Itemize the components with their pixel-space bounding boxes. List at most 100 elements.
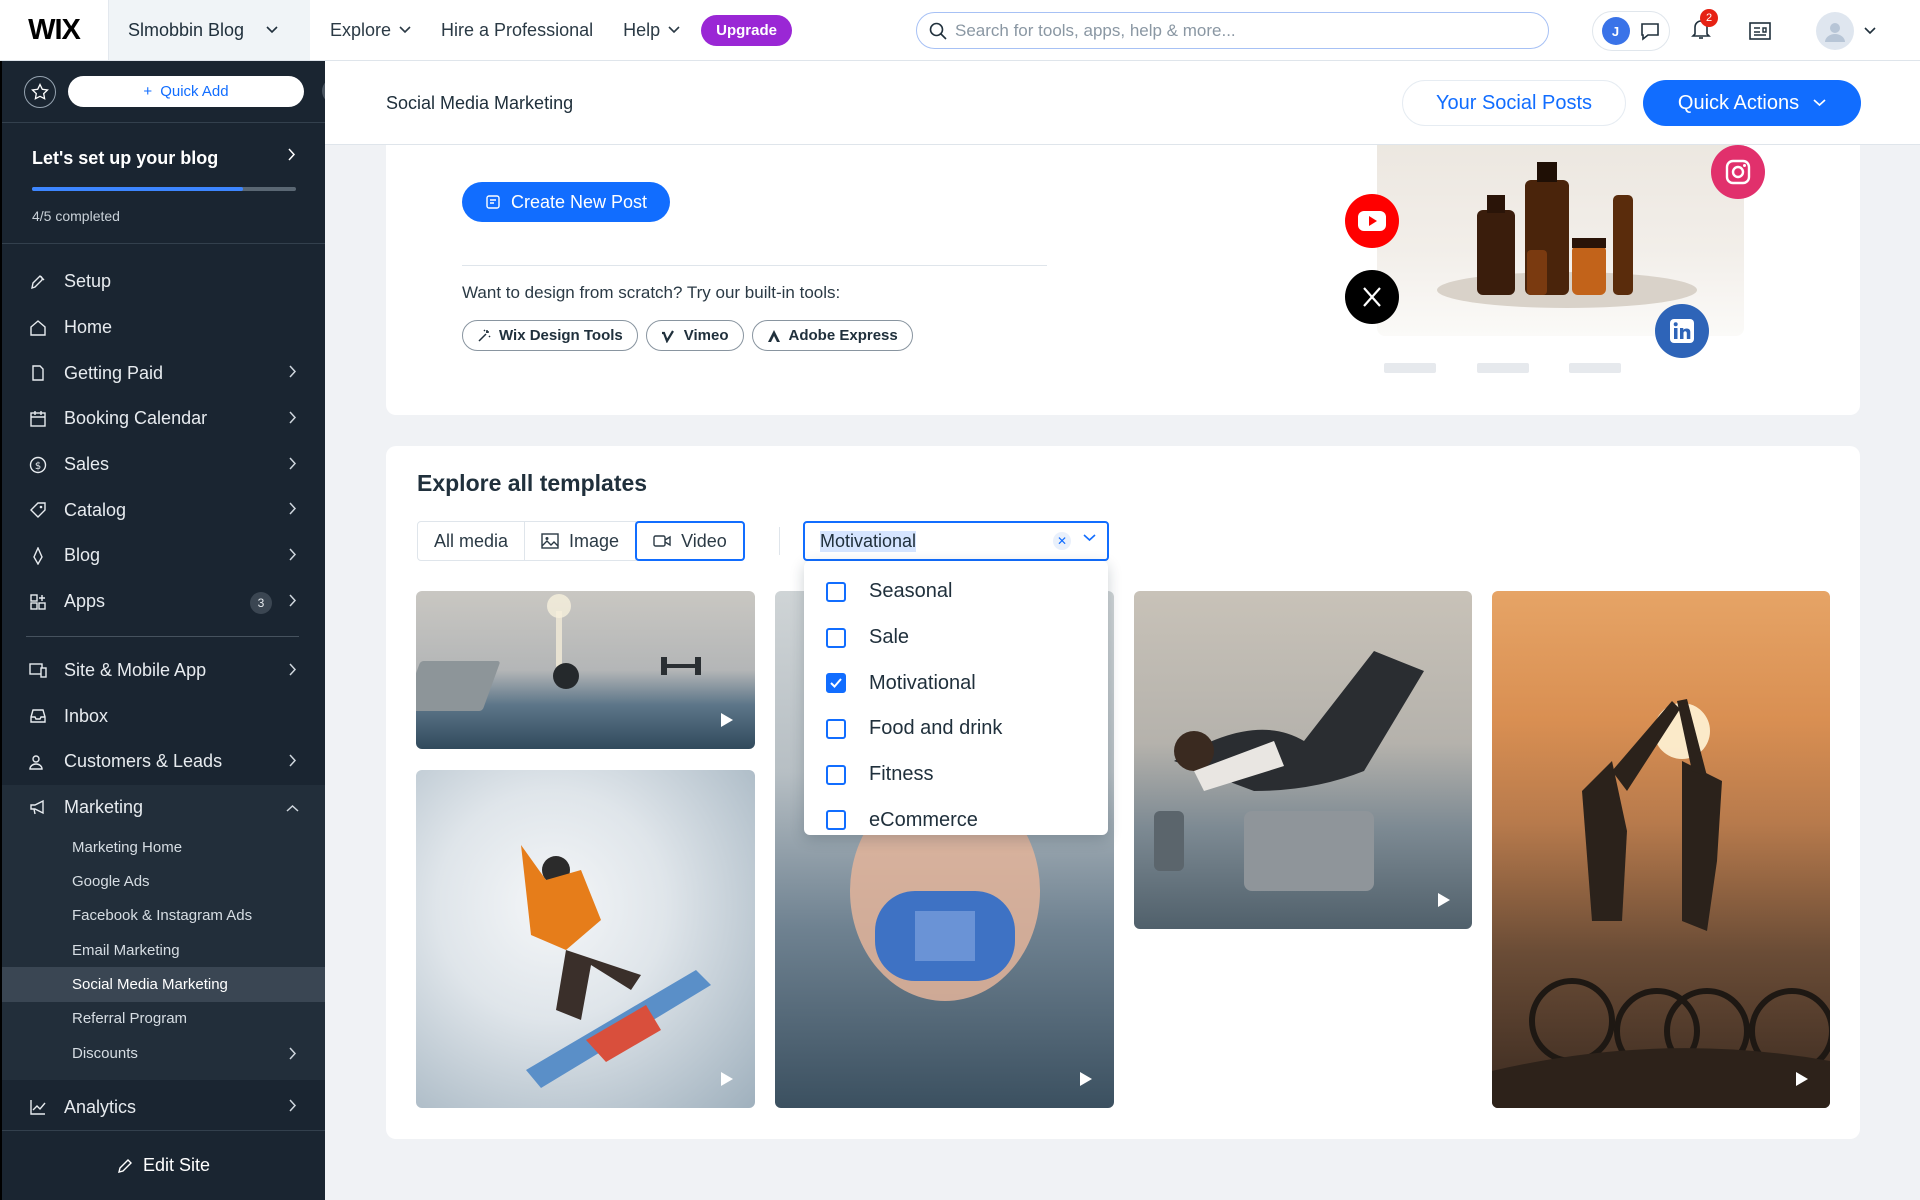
user-avatar[interactable] [1816,12,1854,50]
sidebar-item-label: Analytics [64,1096,137,1117]
devices-icon [27,659,49,681]
chart-line-icon [27,1096,49,1118]
category-option-seasonal[interactable]: Seasonal [804,569,1108,615]
magic-wand-icon [478,328,491,342]
clear-icon[interactable]: ✕ [1053,532,1071,550]
carousel-indicator[interactable] [1569,363,1621,373]
sidebar-item-booking-calendar[interactable]: Booking Calendar [2,396,325,442]
create-post-card: Create New Post Want to design from scra… [386,140,1860,415]
your-social-posts-button[interactable]: Your Social Posts [1402,80,1626,126]
category-option-fitness[interactable]: Fitness [804,752,1108,798]
chat-icon[interactable] [1639,20,1661,42]
account-avatar[interactable]: J [1601,17,1630,45]
rocket-icon [27,271,49,293]
sidebar-item-inbox[interactable]: Inbox [2,693,325,739]
x-twitter-icon [1345,270,1399,324]
sidebar-item-label: Marketing [64,796,144,817]
setup-title: Let's set up your blog [32,148,219,168]
category-option-food-and-drink[interactable]: Food and drink [804,706,1108,752]
top-nav: Explore Hire a Professional Help Upgrade [315,0,792,60]
video-thumbnail-snowboarder[interactable] [416,770,755,1108]
sidebar-subitem-social-media-marketing[interactable]: Social Media Marketing [2,967,325,1002]
nav-help[interactable]: Help [608,0,695,60]
favorites-button[interactable] [24,75,56,108]
carousel-indicator[interactable] [1384,363,1436,373]
search-input[interactable]: Search for tools, apps, help & more... [916,12,1549,49]
chevron-right-icon [288,148,296,161]
checkbox[interactable] [826,718,846,739]
vimeo-icon [661,329,674,343]
sidebar-subitem-marketing-home[interactable]: Marketing Home [2,830,325,864]
sidebar-item-marketing[interactable]: Marketing [2,785,325,831]
nav-hire-professional[interactable]: Hire a Professional [426,0,608,60]
checkbox-checked[interactable] [826,673,846,694]
document-dollar-icon [27,362,49,384]
sidebar-subitem-facebook-instagram-ads[interactable]: Facebook & Instagram Ads [2,899,325,933]
video-thumbnail-cyclists[interactable] [1492,591,1830,1108]
create-new-post-button[interactable]: Create New Post [462,182,670,222]
sidebar-item-apps[interactable]: Apps 3 [2,579,325,625]
page-title: Social Media Marketing [386,93,574,113]
category-option-motivational[interactable]: Motivational [804,660,1108,706]
chevron-down-icon [668,26,680,34]
video-thumbnail-situps[interactable] [1134,591,1472,929]
filter-image[interactable]: Image [525,522,637,560]
sidebar-subitem-google-ads[interactable]: Google Ads [2,865,325,899]
category-option-ecommerce[interactable]: eCommerce [804,797,1108,843]
upgrade-button[interactable]: Upgrade [701,14,792,46]
nav-explore[interactable]: Explore [315,0,426,60]
sidebar-item-customers-leads[interactable]: Customers & Leads [2,739,325,785]
sidebar-item-getting-paid[interactable]: Getting Paid [2,350,325,396]
dollar-circle-icon: $ [27,454,49,476]
sidebar-item-catalog[interactable]: Catalog [2,487,325,533]
wix-design-tools-chip[interactable]: Wix Design Tools [462,320,638,351]
category-select-value: Motivational [820,530,917,552]
sidebar-subitem-discounts[interactable]: Discounts [2,1036,325,1070]
user-icon [1825,23,1845,42]
top-bar: WIX Slmobbin Blog Explore Hire a Profess… [0,0,1920,61]
chevron-down-icon [266,26,278,34]
filter-video[interactable]: Video [635,521,745,561]
youtube-icon [1345,194,1399,248]
carousel-indicator[interactable] [1477,363,1529,373]
checkbox[interactable] [826,627,846,648]
news-icon[interactable] [1748,20,1772,42]
video-thumbnail-home-gym[interactable] [416,591,755,749]
sidebar-item-setup[interactable]: Setup [2,259,325,305]
chevron-down-icon [399,26,411,34]
quick-actions-button[interactable]: Quick Actions [1643,80,1861,126]
play-icon [1438,893,1450,907]
sidebar-item-blog[interactable]: Blog [2,533,325,579]
chevron-right-icon [289,548,297,561]
quick-add-button[interactable]: + Quick Add [68,76,304,107]
chevron-down-icon[interactable] [1864,27,1876,35]
sidebar-item-sales[interactable]: $ Sales [2,442,325,488]
vimeo-chip[interactable]: Vimeo [645,320,744,351]
sidebar-item-analytics[interactable]: Analytics [2,1084,325,1130]
sidebar-item-site-mobile-app[interactable]: Site & Mobile App [2,648,325,694]
checkbox[interactable] [826,810,846,831]
notifications-button[interactable]: 2 [1690,8,1718,46]
category-select[interactable]: Motivational ✕ [803,521,1109,561]
adobe-express-chip[interactable]: Adobe Express [751,320,913,351]
sidebar-subitem-referral-program[interactable]: Referral Program [2,1002,325,1036]
sidebar-item-label: Setup [64,271,112,292]
chevron-down-icon[interactable] [1083,534,1096,542]
filter-all-media[interactable]: All media [418,522,526,560]
adobe-express-icon [767,329,780,342]
setup-progress[interactable]: Let's set up your blog 4/5 completed [2,123,325,244]
chevron-right-icon [289,1047,297,1060]
account-chat-pill[interactable]: J [1592,11,1670,51]
play-icon [721,713,733,727]
edit-site-button[interactable]: Edit Site [2,1131,325,1200]
wix-logo[interactable]: WIX [0,0,108,60]
checkbox[interactable] [826,764,846,785]
site-switcher[interactable]: Slmobbin Blog [108,0,310,60]
category-option-sale[interactable]: Sale [804,615,1108,661]
sidebar-item-home[interactable]: Home [2,305,325,351]
pen-nib-icon [27,545,49,567]
sidebar: + Quick Add Let's set up your blog 4/5 c… [0,61,325,1200]
chevron-right-icon [289,457,297,470]
checkbox[interactable] [826,581,846,602]
sidebar-subitem-email-marketing[interactable]: Email Marketing [2,933,325,967]
